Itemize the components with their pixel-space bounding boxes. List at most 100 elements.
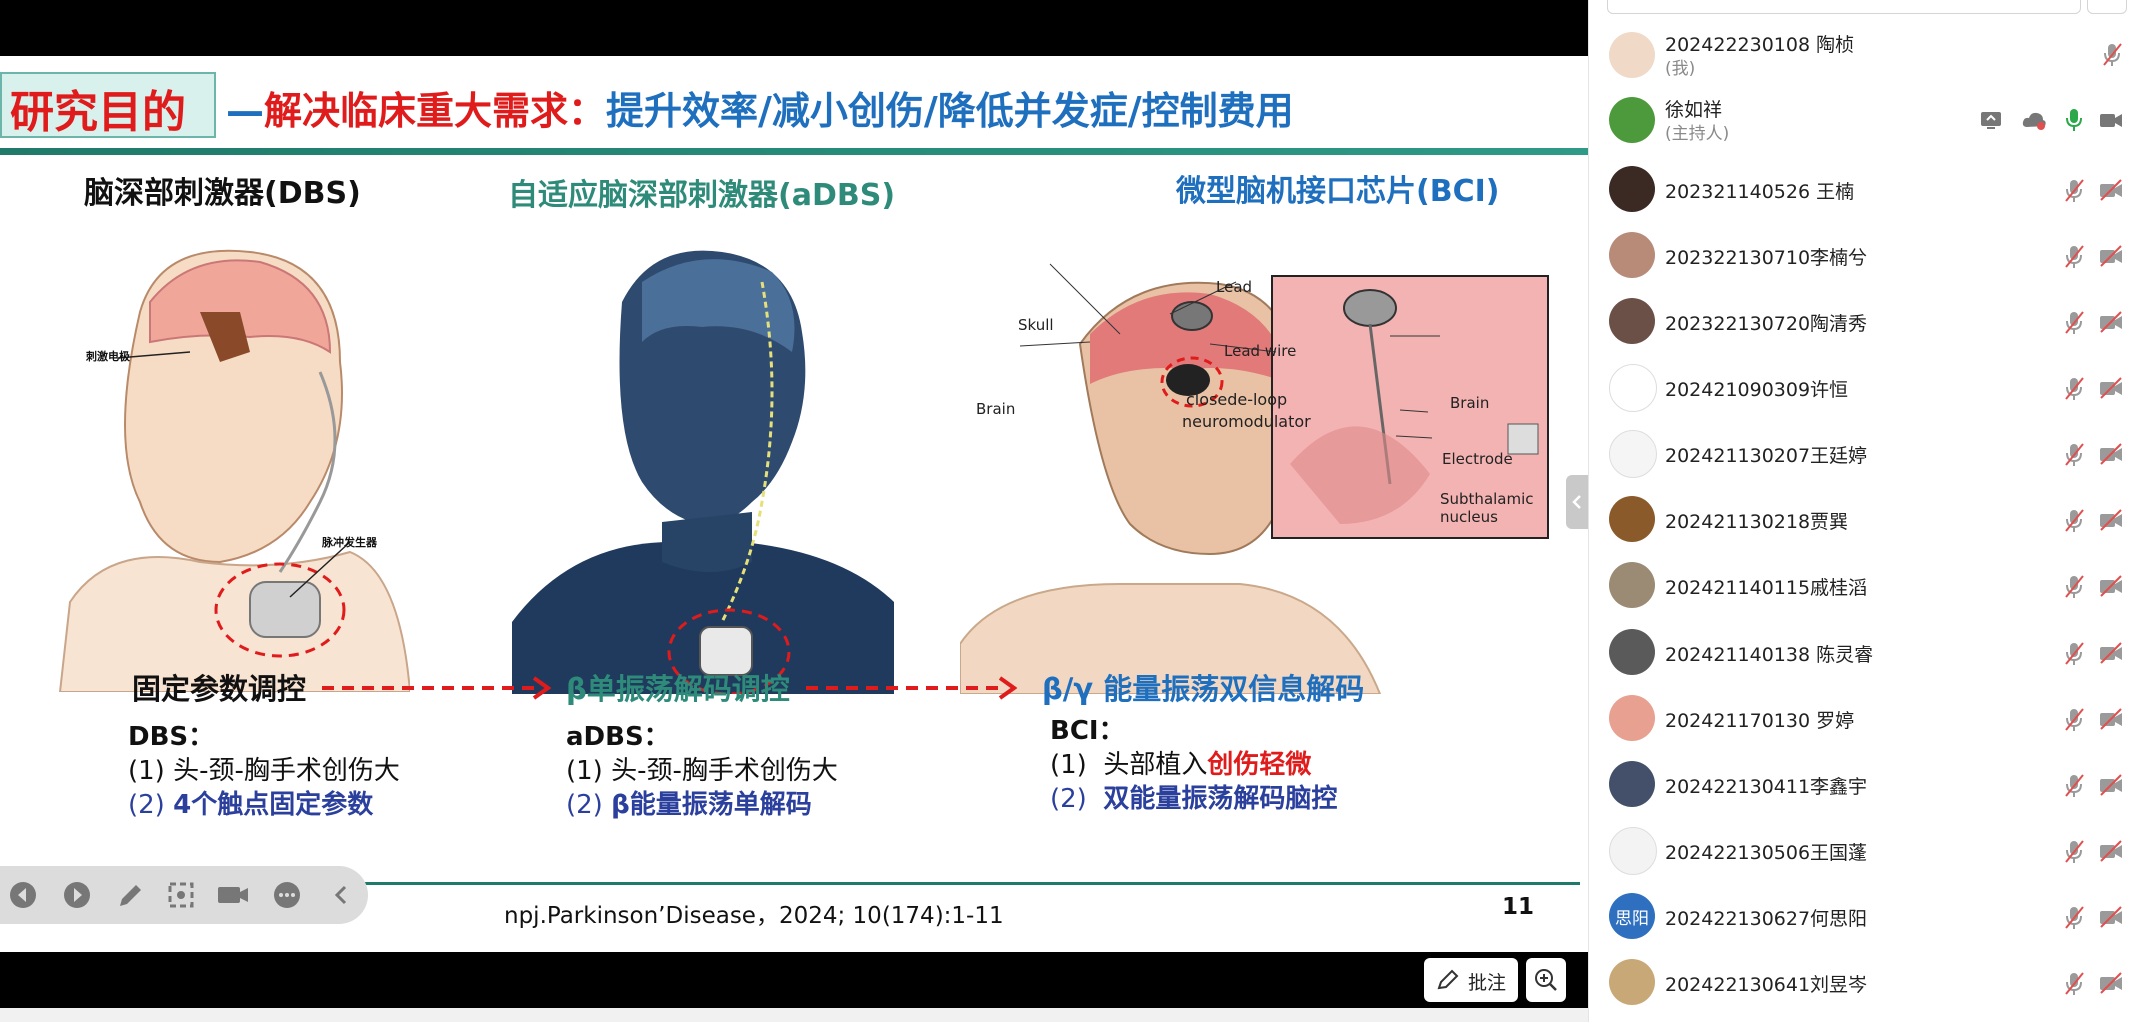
bci-desc-line1-num: (1) bbox=[1050, 750, 1087, 780]
dbs-title: 脑深部刺激器(DBS) bbox=[84, 176, 361, 211]
mic-active-icon[interactable] bbox=[2063, 107, 2085, 133]
mic-muted-icon[interactable] bbox=[2063, 376, 2085, 402]
mic-muted-icon[interactable] bbox=[2063, 244, 2085, 270]
participant-row[interactable]: 202422130411李鑫宇 bbox=[1589, 753, 2141, 819]
camera-muted-icon[interactable] bbox=[2099, 906, 2123, 928]
participant-row[interactable]: 202421140138 陈灵睿 bbox=[1589, 621, 2141, 687]
annotate-pen-icon bbox=[1437, 969, 1459, 990]
camera-muted-icon[interactable] bbox=[2099, 840, 2123, 862]
page-number: 11 bbox=[1502, 894, 1535, 920]
avatar bbox=[1609, 562, 1655, 608]
chevron-left-icon bbox=[1572, 495, 1581, 509]
bci-illustration: Skull Brain Lead Lead wire closede-loop … bbox=[960, 224, 1560, 694]
mic-muted-icon[interactable] bbox=[2063, 641, 2085, 667]
camera-muted-icon[interactable] bbox=[2099, 377, 2123, 399]
prev-icon[interactable] bbox=[8, 880, 38, 910]
participant-name: 202421140115戚桂滔 bbox=[1665, 577, 1868, 599]
bci-label-nucleus: nucleus bbox=[1440, 508, 1498, 526]
participant-row[interactable]: 202322130710李楠兮 bbox=[1589, 224, 2141, 290]
camera-muted-icon[interactable] bbox=[2099, 708, 2123, 730]
participant-search-input[interactable] bbox=[1607, 0, 2081, 14]
flow-step-fixed: 固定参数调控 bbox=[132, 672, 307, 706]
participant-row[interactable]: 202421140115戚桂滔 bbox=[1589, 554, 2141, 620]
participant-row[interactable]: 202322130720陶清秀 bbox=[1589, 290, 2141, 356]
bci-title: 微型脑机接口芯片(BCI) bbox=[1176, 174, 1500, 209]
dbs-desc-line1: (1) 头-颈-胸手术创伤大 bbox=[128, 756, 400, 786]
participant-name: 202321140526 王楠 bbox=[1665, 181, 1855, 203]
bci-label-closed-loop: closede-loop bbox=[1186, 390, 1288, 409]
participant-name: 202422230108 陶桢 bbox=[1665, 34, 1855, 56]
avatar bbox=[1609, 959, 1655, 1005]
collapse-left-icon[interactable] bbox=[326, 880, 356, 910]
slide-title-box: 研究目的 bbox=[0, 72, 216, 138]
camera-muted-icon[interactable] bbox=[2099, 311, 2123, 333]
participant-name: 202421170130 罗婷 bbox=[1665, 710, 1855, 732]
camera-muted-icon[interactable] bbox=[2099, 179, 2123, 201]
mic-muted-icon[interactable] bbox=[2063, 178, 2085, 204]
participant-name: 202421090309许恒 bbox=[1665, 379, 1849, 401]
dbs-label-generator: 脉冲发生器 bbox=[322, 536, 377, 549]
mic-muted-icon[interactable] bbox=[2101, 42, 2123, 68]
participant-row[interactable]: 202421130218贾巽 bbox=[1589, 488, 2141, 554]
camera-icon[interactable] bbox=[216, 880, 250, 910]
dbs-desc-head: DBS： bbox=[128, 722, 215, 752]
participant-row[interactable]: 202421090309许恒 bbox=[1589, 356, 2141, 422]
camera-muted-icon[interactable] bbox=[2099, 443, 2123, 465]
participant-row[interactable]: 思阳 202422130627何思阳 bbox=[1589, 885, 2141, 951]
more-icon[interactable] bbox=[272, 880, 302, 910]
bci-label-lead: Lead bbox=[1216, 278, 1253, 296]
adbs-desc-line1: (1) 头-颈-胸手术创伤大 bbox=[566, 756, 838, 786]
participant-row[interactable]: 202422130641刘昱岑 bbox=[1589, 951, 2141, 1017]
participant-row[interactable]: 202421170130 罗婷 bbox=[1589, 687, 2141, 753]
slide-title: 研究目的 bbox=[10, 87, 186, 138]
avatar bbox=[1609, 166, 1655, 212]
panel-options-button[interactable] bbox=[2087, 0, 2127, 14]
bottom-black-bar bbox=[0, 952, 1588, 1008]
participant-name: 202322130710李楠兮 bbox=[1665, 247, 1868, 269]
mic-muted-icon[interactable] bbox=[2063, 574, 2085, 600]
participant-row[interactable]: 202422230108 陶桢 (我) bbox=[1589, 24, 2141, 90]
side-panel-toggle[interactable] bbox=[1566, 475, 1588, 529]
bci-description: BCI： (1) 头部植入创伤轻微 (2) 双能量振荡解码脑控 bbox=[1050, 714, 1337, 816]
headline-blue: 提升效率/减小创伤/降低并发症/控制费用 bbox=[606, 89, 1294, 133]
mic-muted-icon[interactable] bbox=[2063, 707, 2085, 733]
participant-row[interactable]: 202422130506王国蓬 bbox=[1589, 819, 2141, 885]
annotate-button[interactable]: 批注 bbox=[1424, 958, 1518, 1002]
camera-muted-icon[interactable] bbox=[2099, 245, 2123, 267]
bci-label-lead-wire: Lead wire bbox=[1224, 342, 1297, 360]
participant-row[interactable]: 徐如祥 (主持人) bbox=[1589, 89, 2141, 155]
mic-muted-icon[interactable] bbox=[2063, 971, 2085, 997]
participant-row[interactable]: 202421130207王廷婷 bbox=[1589, 422, 2141, 488]
mic-muted-icon[interactable] bbox=[2063, 905, 2085, 931]
avatar bbox=[1609, 97, 1655, 143]
mic-muted-icon[interactable] bbox=[2063, 839, 2085, 865]
mic-muted-icon[interactable] bbox=[2063, 773, 2085, 799]
mic-muted-icon[interactable] bbox=[2063, 310, 2085, 336]
mic-muted-icon[interactable] bbox=[2063, 442, 2085, 468]
screenshot-icon[interactable] bbox=[166, 880, 196, 910]
adbs-title: 自适应脑深部刺激器(aDBS) bbox=[508, 178, 896, 213]
pen-icon[interactable] bbox=[116, 880, 146, 910]
dbs-description: DBS： (1) 头-颈-胸手术创伤大 (2) 4个触点固定参数 bbox=[128, 720, 400, 822]
dbs-label-electrode: 刺激电极 bbox=[86, 350, 130, 363]
camera-muted-icon[interactable] bbox=[2099, 972, 2123, 994]
camera-muted-icon[interactable] bbox=[2099, 642, 2123, 664]
camera-active-icon[interactable] bbox=[2099, 109, 2123, 131]
avatar bbox=[1609, 298, 1655, 344]
cloud-record-icon[interactable] bbox=[2021, 109, 2047, 131]
flow-arrow-1 bbox=[322, 676, 552, 700]
zoom-button[interactable] bbox=[1526, 958, 1566, 1002]
adbs-description: aDBS： (1) 头-颈-胸手术创伤大 (2) β能量振荡单解码 bbox=[566, 720, 838, 822]
camera-muted-icon[interactable] bbox=[2099, 509, 2123, 531]
screen-share-icon[interactable] bbox=[1979, 109, 2003, 131]
mic-muted-icon[interactable] bbox=[2063, 508, 2085, 534]
participant-row[interactable]: 202321140526 王楠 bbox=[1589, 158, 2141, 224]
avatar bbox=[1609, 32, 1655, 78]
next-icon[interactable] bbox=[62, 880, 92, 910]
camera-muted-icon[interactable] bbox=[2099, 774, 2123, 796]
bci-desc-line2: 双能量振荡解码脑控 bbox=[1103, 784, 1338, 814]
avatar bbox=[1609, 827, 1657, 875]
camera-muted-icon[interactable] bbox=[2099, 575, 2123, 597]
headline-dash: — bbox=[226, 89, 264, 133]
avatar bbox=[1609, 761, 1655, 807]
